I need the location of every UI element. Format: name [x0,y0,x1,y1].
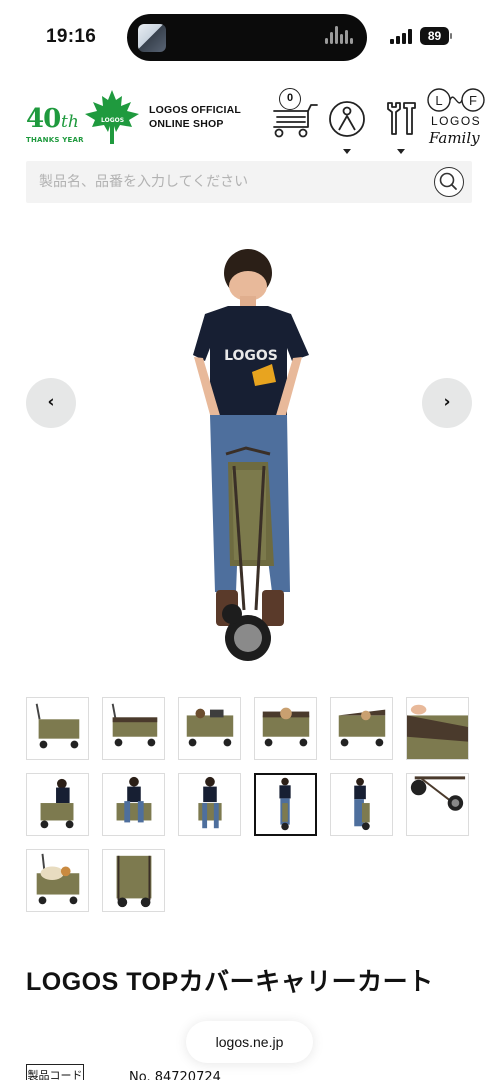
family-letter-f: F [469,93,477,108]
product-photo-person-folded-cart: LOGOS [193,249,309,661]
thumbnail-cart-side[interactable] [102,697,165,760]
search-icon [439,172,457,190]
status-bar: 19:16 89 [0,0,499,72]
thumbnail-cover-detail[interactable] [406,697,469,760]
chevron-down-icon [397,149,405,154]
shop-name-line1: LOGOS OFFICIAL [149,104,242,116]
thumbnail-folding-step-1[interactable] [26,773,89,836]
thumbnail-cart-gear[interactable] [26,849,89,912]
search-button[interactable] [434,167,464,197]
shop-name-line2: ONLINE SHOP [149,118,224,130]
product-code-row: 製品コード No. 84720724 [26,1064,474,1080]
thumbnail-folding-step-4[interactable] [254,773,317,836]
svg-text:LOGOS: LOGOS [224,348,278,364]
logo-tagline: THANKS YEAR [26,136,84,144]
user-icon [329,101,365,137]
tools-menu-button[interactable] [384,100,418,154]
logo-suffix: th [61,112,79,132]
thumbnail-cart-open[interactable] [26,697,89,760]
site-header: 40 th THANKS YEAR LOGOS LOGOS OFFICIAL O… [0,80,499,160]
battery-icon: 89 [420,27,449,45]
logos-family-link[interactable]: L F LOGOS Family [427,86,487,152]
thumbnail-cart-loaded[interactable] [178,697,241,760]
product-main-image[interactable]: LOGOS ‹ › [0,230,499,670]
thumbnail-cart-dog[interactable] [254,697,317,760]
thumbnail-cart-dog-cover[interactable] [330,697,393,760]
logos-family-logo: L F [427,88,485,112]
logo-brand: LOGOS [101,117,125,124]
status-time: 19:16 [46,26,97,47]
signal-icon [390,29,412,44]
logo-number: 40 [26,104,61,134]
thumbnail-wheel-detail[interactable] [406,773,469,836]
thumbnail-folding-step-3[interactable] [178,773,241,836]
thumbnail-folded-carry[interactable] [330,773,393,836]
shop-name: LOGOS OFFICIAL ONLINE SHOP [149,103,241,131]
search-input[interactable] [26,161,426,203]
dynamic-island[interactable] [127,14,367,61]
product-code-value: No. 84720724 [129,1070,221,1080]
account-menu-button[interactable] [328,100,366,154]
now-playing-thumbnail [138,24,166,52]
family-word: Family [429,129,480,147]
cart-icon [273,104,318,138]
family-brand: LOGOS [431,114,482,128]
cart-button[interactable]: 0 [271,88,319,138]
gallery-prev-button[interactable]: ‹ [26,378,76,428]
logos-40th-logo[interactable]: 40 th THANKS YEAR LOGOS [26,90,142,150]
gallery-next-button[interactable]: › [422,378,472,428]
search-bar [26,161,472,203]
audio-waveform-icon [325,26,353,48]
battery-tip [450,33,452,39]
thumbnail-folding-step-2[interactable] [102,773,165,836]
chevron-down-icon [343,149,351,154]
product-title: LOGOS TOPカバーキャリーカート [26,968,434,996]
tools-icon [387,102,416,135]
thumbnail-folded-cart[interactable] [102,849,165,912]
browser-url-pill[interactable]: logos.ne.jp [186,1021,313,1063]
family-letter-l: L [435,93,442,108]
product-code-label: 製品コード [26,1064,84,1080]
